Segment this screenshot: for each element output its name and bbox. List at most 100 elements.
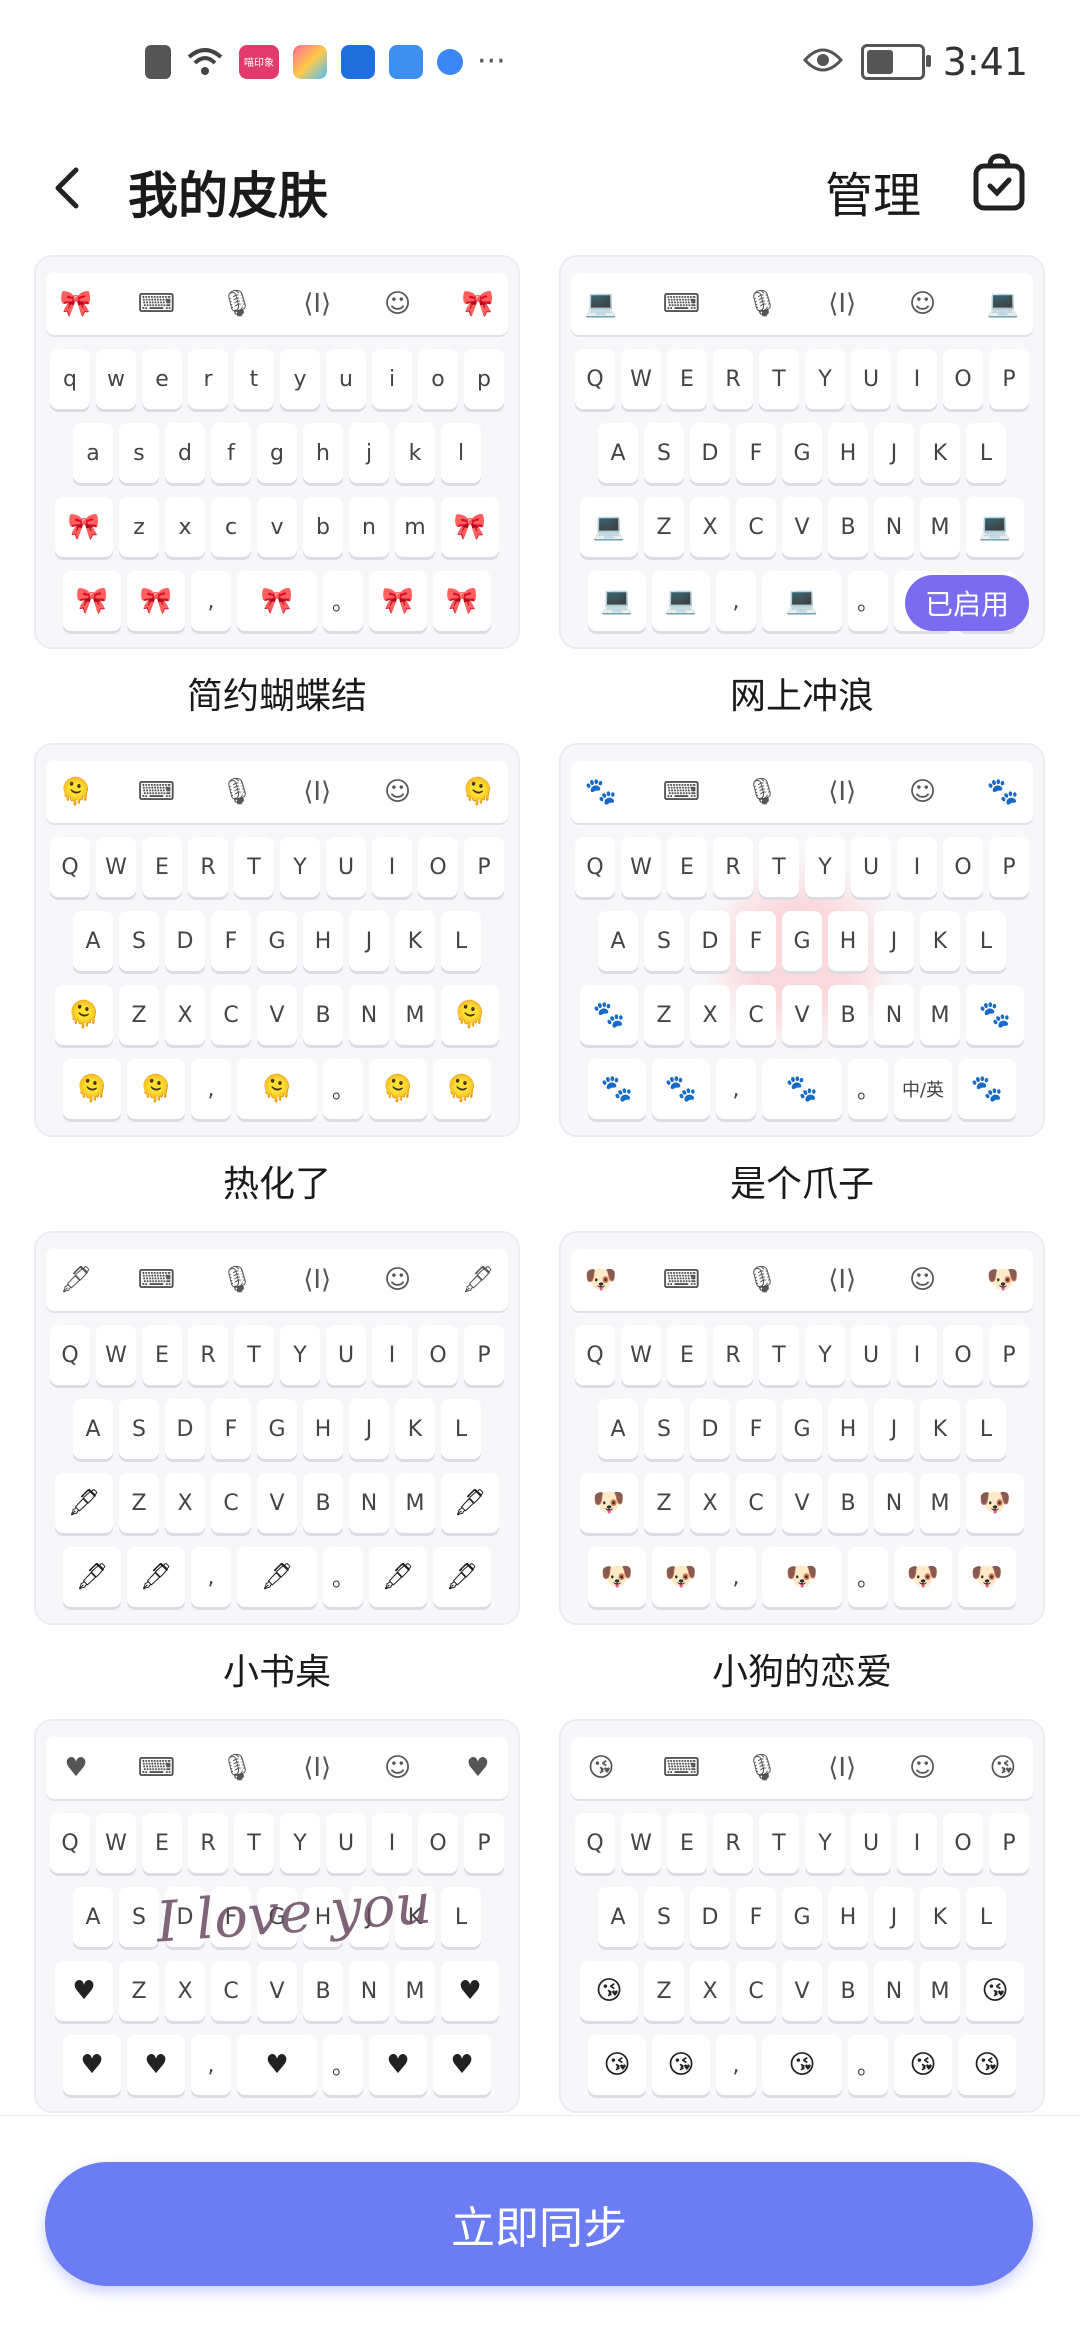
- key: U: [326, 1325, 366, 1385]
- app-icon: [293, 44, 327, 79]
- key: H: [303, 1399, 343, 1459]
- comma-key: ,: [716, 571, 756, 631]
- skin-name: 网上冲浪: [729, 676, 874, 717]
- shopping-bag-button[interactable]: [968, 152, 1030, 214]
- decoration-icon: 😘: [587, 1753, 615, 1783]
- mic-icon: 🎙: [220, 1753, 254, 1783]
- decoration-icon: 🫠: [461, 777, 495, 807]
- emoji-icon: ☺: [909, 1753, 937, 1783]
- key: k: [395, 423, 435, 483]
- key: X: [690, 497, 730, 557]
- skin-card[interactable]: 🖋 ⌨ 🎙 ⟨I⟩ ☺ 🖋 Q W E R T Y U I O P A S D F G H J K L 🖋 Z X C V B N M 🖋 🖋 🖋, 🖋…: [34, 1231, 520, 1695]
- decoration-key: 🐾: [958, 1059, 1016, 1119]
- key: L: [966, 1887, 1006, 1947]
- mic-icon: 🎙: [745, 289, 779, 319]
- keyboard-row: ♥ ♥, ♥。 ♥ ♥: [46, 2035, 508, 2095]
- skin-name: 热化了: [222, 1164, 331, 1205]
- key: X: [690, 985, 730, 1045]
- emoji-icon: ☺: [384, 777, 412, 807]
- decoration-key: 🎀: [369, 571, 427, 631]
- key: b: [303, 497, 343, 557]
- key: I: [897, 1325, 937, 1385]
- key: A: [73, 1399, 113, 1459]
- cursor-icon: ⟨I⟩: [828, 777, 857, 807]
- decoration-key: 🐶: [894, 1547, 952, 1607]
- mic-icon: 🎙: [220, 1265, 254, 1295]
- key: m: [395, 497, 435, 557]
- decoration-key: 🎀: [237, 571, 317, 631]
- skin-card[interactable]: 🐶 ⌨ 🎙 ⟨I⟩ ☺ 🐶 Q W E R T Y U I O P A S D F G H J K L 🐶 Z X C V B N M 🐶 🐶 🐶, 🐶…: [559, 1231, 1045, 1695]
- decoration-key: ♥: [433, 2035, 491, 2095]
- keyboard-toolbar: ♥ ⌨ 🎙 ⟨I⟩ ☺ ♥: [46, 1737, 508, 1799]
- key: R: [188, 1813, 228, 1873]
- back-button[interactable]: [40, 158, 100, 218]
- manage-button[interactable]: 管理: [825, 156, 921, 226]
- key: E: [142, 837, 182, 897]
- decoration-key: ♥: [127, 2035, 185, 2095]
- key: R: [188, 1325, 228, 1385]
- app-header: 我的皮肤 管理: [0, 130, 1080, 250]
- cursor-icon: ⟨I⟩: [828, 1753, 857, 1783]
- key: e: [142, 349, 182, 409]
- key: L: [966, 911, 1006, 971]
- key: V: [782, 985, 822, 1045]
- key: R: [713, 1325, 753, 1385]
- key: R: [713, 837, 753, 897]
- skin-card[interactable]: 😘 ⌨ 🎙 ⟨I⟩ ☺ 😘 Q W E R T Y U I O P A S D F G H J K L 😘 Z X C V B N M 😘 😘 😘, 😘…: [559, 1719, 1045, 2113]
- key: D: [690, 1887, 730, 1947]
- key: N: [349, 985, 389, 1045]
- decoration-key: 💻: [762, 571, 842, 631]
- keyboard-row: ASDFGHJKL: [571, 1887, 1033, 1947]
- decoration-key: ♥: [441, 1961, 499, 2021]
- key: I: [897, 349, 937, 409]
- skin-card[interactable]: 💻 ⌨ 🎙 ⟨I⟩ ☺ 💻 Q W E R T Y U I O P A S D F G H J K L 💻 Z X C V B N M 💻 💻 💻, 💻…: [559, 255, 1045, 719]
- language-toggle-key: 中/英: [894, 1059, 952, 1119]
- key: C: [736, 985, 776, 1045]
- decoration-icon: ♥: [64, 1753, 88, 1783]
- key: O: [418, 1325, 458, 1385]
- keyboard-icon: ⌨: [662, 1265, 701, 1295]
- keyboard-preview: 🖋 ⌨ 🎙 ⟨I⟩ ☺ 🖋 Q W E R T Y U I O P A S D F G H J K L 🖋 Z X C V B N M 🖋 🖋 🖋, 🖋…: [34, 1231, 520, 1625]
- skin-card[interactable]: 🎀 ⌨ 🎙 ⟨I⟩ ☺ 🎀 q w e r t y u i o p a s d f g h j k l 🎀 z x c v b n m 🎀 🎀 🎀, 🎀…: [34, 255, 520, 719]
- decoration-icon: 🎀: [461, 289, 495, 319]
- decoration-key: 🐶: [762, 1547, 842, 1607]
- key: o: [418, 349, 458, 409]
- key: A: [598, 1887, 638, 1947]
- skin-card[interactable]: 🐾 ⌨ 🎙 ⟨I⟩ ☺ 🐾 Q W E R T Y U I O P A S D F G H J K L 🐾 Z X C V B N M 🐾 🐾 🐾, 🐾…: [559, 743, 1045, 1207]
- key: O: [418, 837, 458, 897]
- sync-now-button[interactable]: 立即同步: [45, 2162, 1033, 2286]
- key: S: [644, 911, 684, 971]
- period-key: 。: [323, 1059, 363, 1119]
- battery-icon: [860, 44, 931, 80]
- skin-card[interactable]: 🫠 ⌨ 🎙 ⟨I⟩ ☺ 🫠 Q W E R T Y U I O P A S D F G H J K L 🫠 Z X C V B N M 🫠 🫠 🫠, 🫠…: [34, 743, 520, 1207]
- key: F: [736, 1399, 776, 1459]
- key: W: [621, 837, 661, 897]
- key: S: [644, 423, 684, 483]
- key: L: [441, 911, 481, 971]
- key: Z: [644, 1473, 684, 1533]
- decoration-key: 🐾: [580, 985, 638, 1045]
- keyboard-row: 😘 Z X C V B N M 😘: [571, 1961, 1033, 2021]
- key: g: [257, 423, 297, 483]
- keyboard-icon: ⌨: [662, 777, 701, 807]
- key: I: [897, 837, 937, 897]
- alert-icon: [145, 44, 171, 79]
- key: B: [828, 497, 868, 557]
- key: T: [234, 1325, 274, 1385]
- key: n: [349, 497, 389, 557]
- decoration-key: 🐾: [652, 1059, 710, 1119]
- keyboard-row: 🎀 🎀, 🎀。 🎀 🎀: [46, 571, 508, 631]
- decoration-icon: 🫠: [59, 777, 93, 807]
- skin-card[interactable]: ♥ ⌨ 🎙 ⟨I⟩ ☺ ♥ Q W E R T Y U I O P A S D F G H J K L ♥ Z X C V B N M ♥ ♥ ♥, ♥…: [34, 1719, 520, 2113]
- keyboard-toolbar: 🖋 ⌨ 🎙 ⟨I⟩ ☺ 🖋: [46, 1249, 508, 1311]
- mic-icon: 🎙: [745, 1265, 779, 1295]
- key: P: [989, 1813, 1029, 1873]
- key: S: [644, 1399, 684, 1459]
- period-key: 。: [323, 1547, 363, 1607]
- keyboard-icon: ⌨: [137, 289, 176, 319]
- key: Y: [805, 837, 845, 897]
- key: t: [234, 349, 274, 409]
- key: N: [874, 1473, 914, 1533]
- decoration-key: 🫠: [63, 1059, 121, 1119]
- cloud-icon: [389, 44, 423, 79]
